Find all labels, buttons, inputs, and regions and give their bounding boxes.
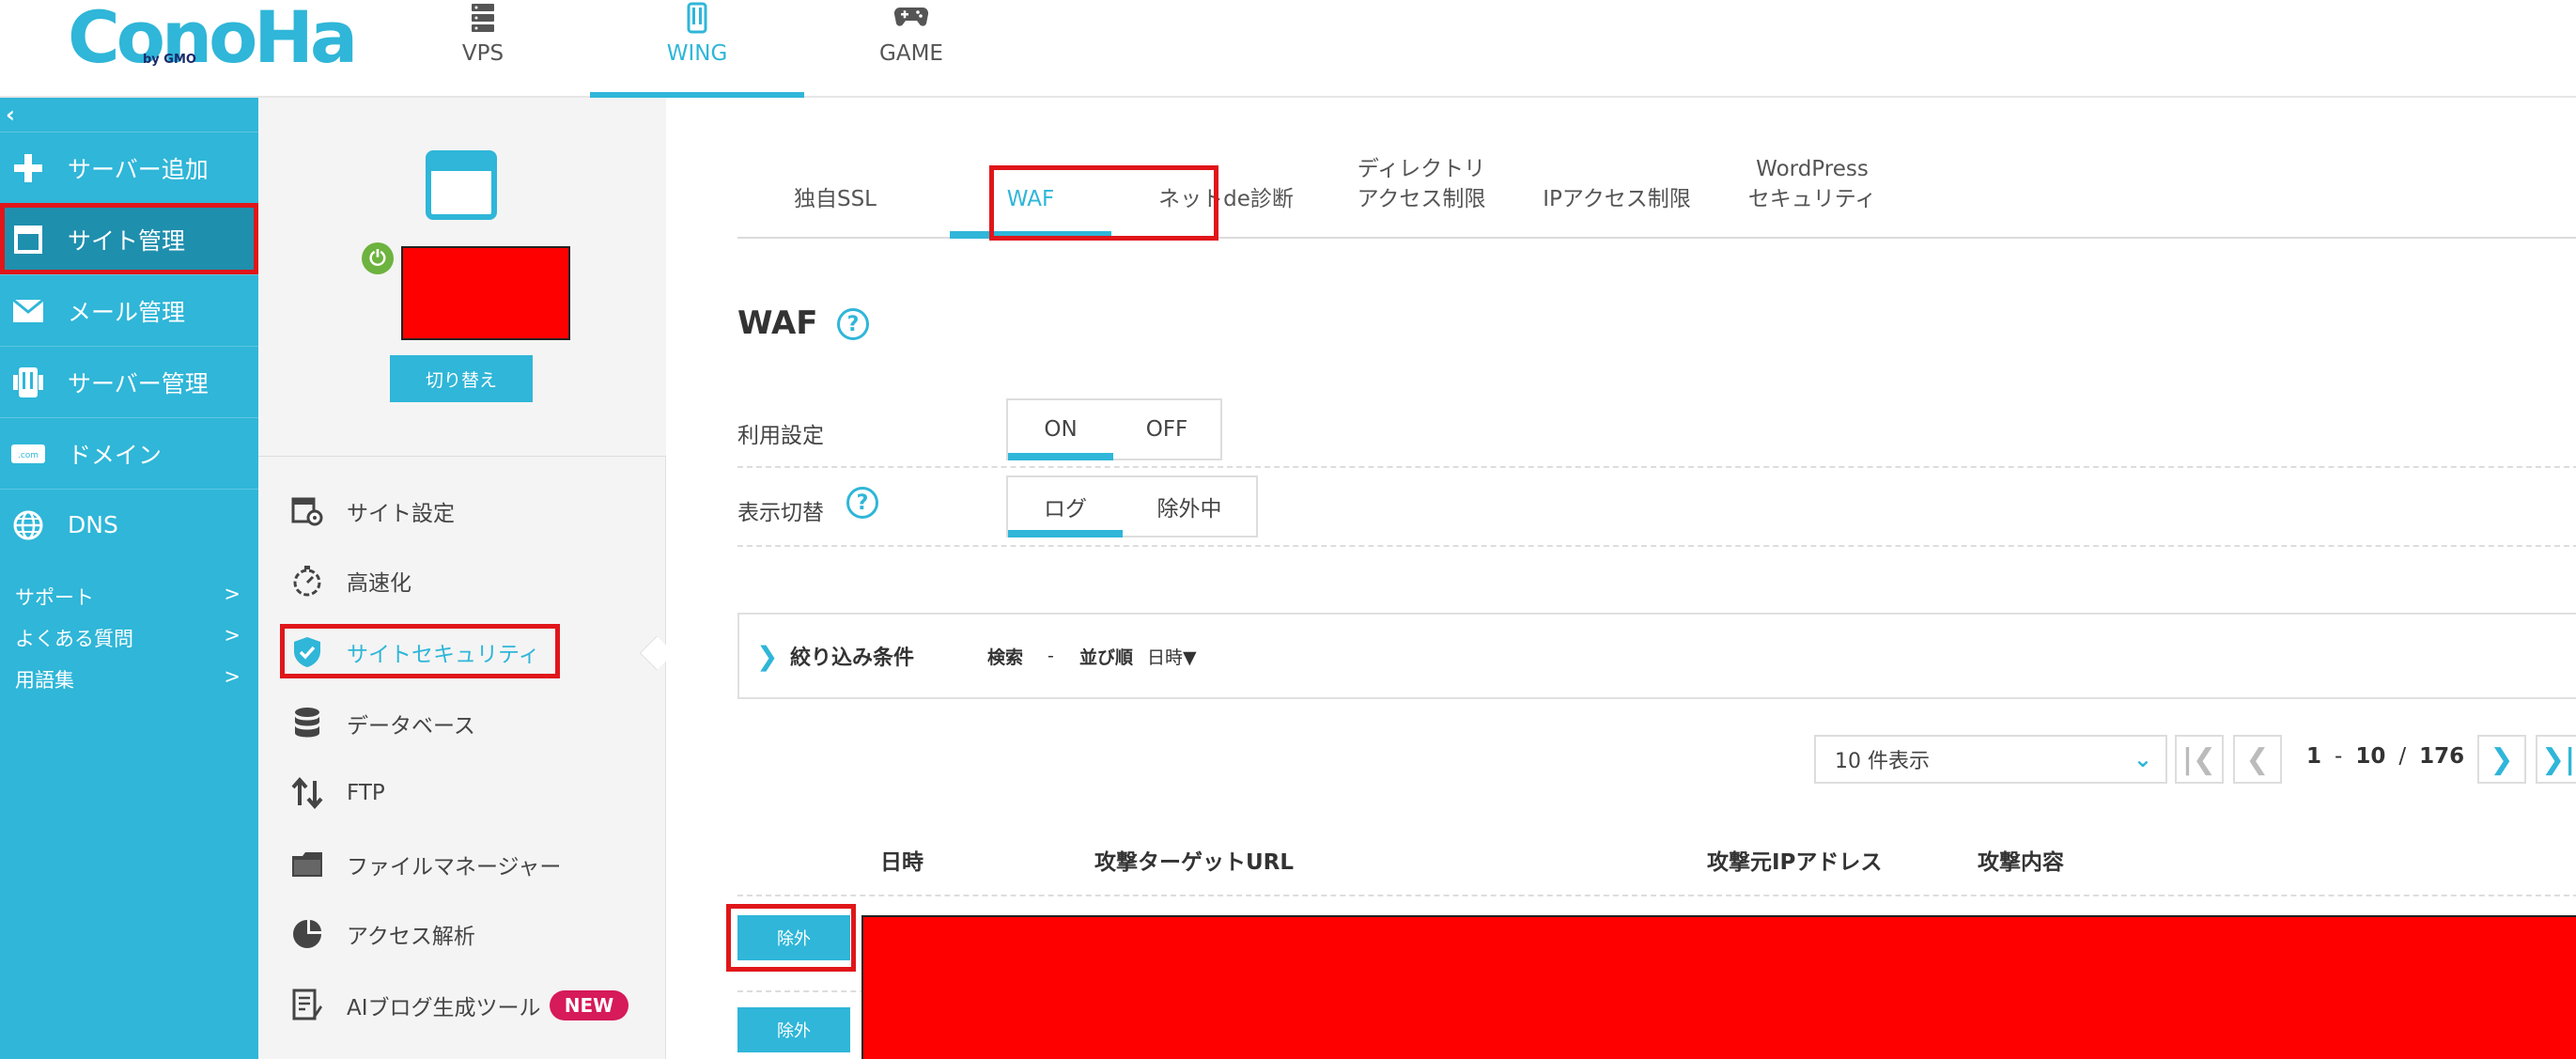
site-panel: ⏻ 切り替え サイト設定 高速化 サイトセキュリティ データベース FTP ファ… (258, 98, 666, 1059)
sidebar-item-mail-management[interactable]: メール管理 (0, 274, 258, 346)
chevron-right-icon: > (224, 583, 241, 605)
site-window-icon (426, 150, 497, 220)
main-content: 独自SSL WAF ネットde診断 ディレクトリ アクセス制限 IPアクセス制限… (666, 98, 2576, 1059)
column-header-source-ip: 攻撃元IPアドレス (1707, 850, 1883, 875)
site-summary: ⏻ 切り替え (258, 98, 666, 457)
help-icon[interactable]: ? (837, 308, 869, 340)
menu-item-file-manager[interactable]: ファイルマネージャー (258, 836, 666, 893)
tab-directory-access-restriction[interactable]: ディレクトリ アクセス制限 (1324, 98, 1519, 239)
menu-item-ftp[interactable]: FTP (258, 765, 666, 821)
sidebar-item-domain[interactable]: .com ドメイン (0, 417, 258, 489)
waf-highlight-box (989, 165, 1218, 241)
menu-item-ai-blog-tool[interactable]: AIブログ生成ツール NEW (258, 977, 666, 1034)
conoha-logo[interactable]: ConoHa by GMO (68, 0, 358, 75)
sidebar-item-server-management[interactable]: サーバー管理 (0, 346, 258, 417)
chevron-right-icon: > (224, 624, 241, 646)
usage-off-option[interactable]: OFF (1113, 400, 1220, 459)
tab-wordpress-security[interactable]: WordPress セキュリティ (1715, 98, 1910, 239)
power-on-icon: ⏻ (362, 242, 394, 274)
chevron-right-icon: ❯ (756, 640, 779, 672)
redacted-log-rows (861, 915, 2576, 1059)
menu-item-database[interactable]: データベース (258, 695, 666, 752)
product-tab-wing[interactable]: WING (590, 0, 804, 98)
app-root: ConoHa by GMO VPS WING GAME ‹ サーバー追加 サイト… (0, 0, 2576, 1059)
header-divider (737, 895, 2576, 896)
sidebar-link-support[interactable]: サポート > (15, 583, 241, 611)
database-icon (288, 705, 326, 742)
next-page-button[interactable]: ❯ (2477, 735, 2526, 784)
column-header-attack-content: 攻撃内容 (1978, 850, 2064, 875)
product-tab-vps[interactable]: VPS (376, 0, 590, 98)
sidebar-item-site-management[interactable]: サイト管理 (0, 203, 258, 274)
sidebar-link-faq[interactable]: よくある質問 > (15, 624, 241, 652)
domain-icon: .com (0, 443, 56, 465)
globe-icon (0, 509, 56, 541)
document-edit-icon (288, 987, 326, 1024)
sidebar-item-dns[interactable]: DNS (0, 489, 258, 560)
sidebar-link-glossary[interactable]: 用語集 > (15, 665, 241, 693)
folder-icon (288, 846, 326, 883)
last-page-button[interactable]: ❯| (2536, 735, 2576, 784)
usage-setting-row: 利用設定 ON OFF (737, 391, 2576, 468)
security-highlight-box (280, 624, 560, 678)
security-tabs: 独自SSL WAF ネットde診断 ディレクトリ アクセス制限 IPアクセス制限… (737, 98, 2576, 241)
top-header: ConoHa by GMO VPS WING GAME (0, 0, 2576, 98)
stopwatch-icon (288, 562, 326, 600)
page-title: WAF (737, 304, 818, 342)
exclude-button[interactable]: 除外 (737, 1007, 850, 1052)
column-header-datetime: 日時 (880, 850, 923, 875)
usage-toggle: ON OFF (1006, 398, 1222, 460)
window-icon (0, 225, 56, 255)
prev-page-button[interactable]: ❮ (2233, 735, 2282, 784)
menu-item-site-settings[interactable]: サイト設定 (258, 483, 666, 539)
display-log-option[interactable]: ログ (1008, 477, 1123, 537)
site-settings-icon (288, 492, 326, 530)
switch-site-button[interactable]: 切り替え (390, 355, 533, 402)
tab-ssl[interactable]: 独自SSL (737, 98, 933, 239)
server-manage-icon (0, 366, 56, 399)
product-tab-game[interactable]: GAME (804, 0, 1018, 98)
tab-ip-access-restriction[interactable]: IPアクセス制限 (1519, 98, 1715, 239)
server-icon (376, 2, 590, 34)
mail-icon (0, 298, 56, 323)
chevron-right-icon: > (224, 665, 241, 688)
redacted-site-name (401, 246, 570, 340)
column-header-target-url: 攻撃ターゲットURL (1094, 850, 1295, 875)
sidebar: ‹ サーバー追加 サイト管理 メール管理 サーバー管理 .com ドメイン DN… (0, 98, 258, 1059)
filter-panel[interactable]: ❯ 絞り込み条件 検索 - 並び順 日時▼ (737, 613, 2576, 699)
transfer-icon (288, 774, 326, 812)
plus-icon (0, 152, 56, 184)
chevron-down-icon: ⌄ (2133, 746, 2152, 772)
per-page-select[interactable]: 10 件表示 ⌄ (1814, 735, 2167, 784)
gamepad-icon (804, 2, 1018, 34)
wing-icon (590, 2, 804, 34)
page-range: 1 - 10 / 176 (2306, 744, 2465, 769)
collapse-sidebar-button[interactable]: ‹ (6, 101, 15, 128)
usage-on-option[interactable]: ON (1008, 400, 1113, 460)
first-page-button[interactable]: |❮ (2175, 735, 2224, 784)
exclude-highlight-box (726, 904, 856, 972)
display-toggle: ログ 除外中 (1006, 475, 1258, 537)
menu-item-speedup[interactable]: 高速化 (258, 553, 666, 609)
display-excluded-option[interactable]: 除外中 (1123, 477, 1256, 536)
help-icon[interactable]: ? (846, 487, 878, 519)
menu-item-access-analytics[interactable]: アクセス解析 (258, 906, 666, 962)
svg-text:.com: .com (18, 451, 39, 460)
display-setting-row: 表示切替 ? ログ 除外中 (737, 468, 2576, 547)
pie-chart-icon (288, 915, 326, 953)
sidebar-item-add-server[interactable]: サーバー追加 (0, 132, 258, 203)
new-badge: NEW (550, 990, 628, 1020)
